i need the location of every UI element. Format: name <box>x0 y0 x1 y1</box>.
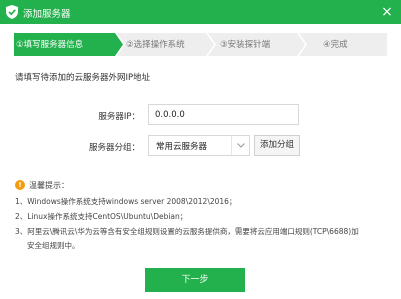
next-button[interactable]: 下一步 <box>145 268 245 292</box>
step-progress: ①填写服务器信息 ②选择操作系统 ③安装探针端 ④完成 <box>14 33 387 56</box>
tip-item: 2、Linux操作系统支持CentOS\Ubuntu\Debian； <box>15 212 188 221</box>
instruction-text: 请填写待添加的云服务器外网IP地址 <box>15 73 151 83</box>
chevron-down-icon <box>237 143 245 148</box>
group-label: 服务器分组： <box>88 143 140 153</box>
group-select-value: 常用云服务器 <box>156 142 208 152</box>
ip-label: 服务器IP： <box>98 112 140 122</box>
step-4-label: ④完成 <box>323 40 348 50</box>
group-select-toggle[interactable] <box>231 136 249 155</box>
close-button[interactable]: × <box>377 2 397 22</box>
tips-title: 温馨提示： <box>29 181 69 190</box>
add-group-button[interactable]: 添加分组 <box>254 135 300 156</box>
tip-item: 3、阿里云\腾讯云\华为云等含有安全组规则设置的云服务提供商，需要将云应用端口规… <box>15 227 359 236</box>
step-1-label: ①填写服务器信息 <box>16 40 84 50</box>
step-3-label: ③安装探针端 <box>220 40 271 50</box>
tip-item-continuation: 安全组规则中。 <box>27 241 80 250</box>
step-2-label: ②选择操作系统 <box>126 40 185 50</box>
group-select[interactable]: 常用云服务器 <box>148 135 250 156</box>
ip-input[interactable] <box>148 104 299 125</box>
warning-icon: ! <box>15 180 25 190</box>
window-title: 添加服务器 <box>23 9 71 20</box>
tip-item: 1、Windows操作系统支持windows server 2008\2012\… <box>15 197 237 206</box>
title-bar: 添加服务器 × <box>0 0 401 24</box>
shield-icon <box>6 5 18 19</box>
